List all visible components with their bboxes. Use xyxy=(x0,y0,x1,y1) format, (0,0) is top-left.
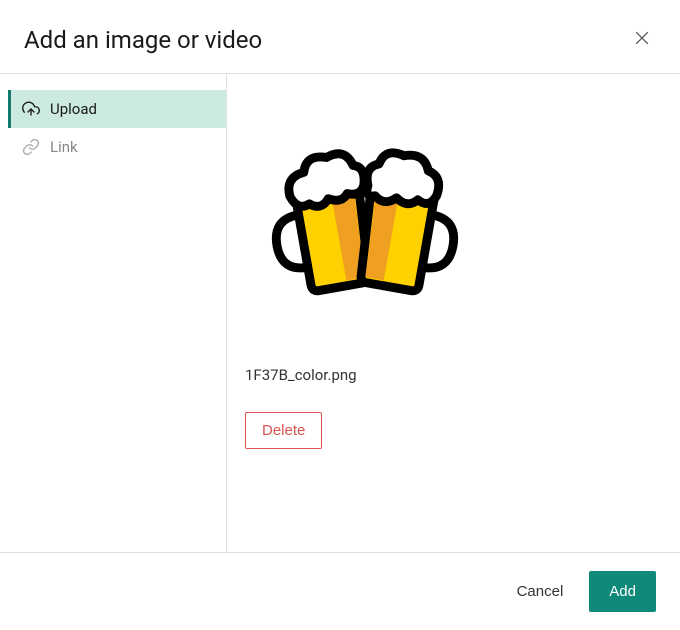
close-button[interactable] xyxy=(628,24,656,55)
sidebar: Upload Link xyxy=(0,74,227,552)
modal-footer: Cancel Add xyxy=(0,552,680,630)
tab-upload[interactable]: Upload xyxy=(8,90,226,128)
modal-header: Add an image or video xyxy=(0,0,680,73)
add-button[interactable]: Add xyxy=(589,571,656,612)
upload-cloud-icon xyxy=(22,100,40,118)
close-icon xyxy=(632,36,652,51)
link-icon xyxy=(22,138,40,156)
tab-label: Link xyxy=(50,138,78,156)
modal-title: Add an image or video xyxy=(24,26,262,54)
add-media-modal: Add an image or video Upload xyxy=(0,0,680,630)
beer-mugs-icon xyxy=(250,138,480,298)
tab-label: Upload xyxy=(50,100,97,118)
cancel-button[interactable]: Cancel xyxy=(509,573,572,610)
content-area: 1F37B_color.png Delete xyxy=(227,74,680,552)
tab-link[interactable]: Link xyxy=(8,128,226,166)
modal-body: Upload Link xyxy=(0,73,680,552)
filename-label: 1F37B_color.png xyxy=(245,366,656,384)
image-preview xyxy=(245,98,485,338)
delete-button[interactable]: Delete xyxy=(245,412,322,449)
